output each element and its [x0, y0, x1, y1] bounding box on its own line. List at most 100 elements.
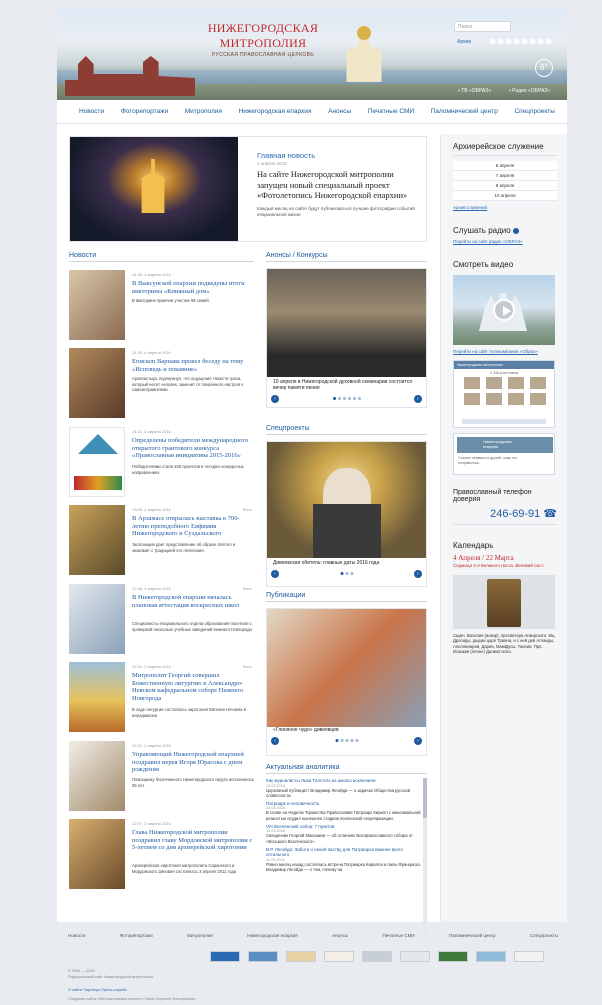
partner-banner[interactable]	[476, 951, 506, 962]
announces-image[interactable]	[267, 269, 426, 377]
news-thumb[interactable]	[69, 348, 125, 418]
announces-slider[interactable]: 10 апреля в Нижегородской духовной семин…	[266, 268, 427, 408]
nav-item-metropolia[interactable]: Митрополия	[185, 108, 222, 115]
news-thumb[interactable]	[69, 584, 125, 654]
vk-icon[interactable]	[490, 39, 495, 44]
tv-link[interactable]: ▪ ТВ «ОБРАЗ»	[458, 88, 491, 94]
partner-banner[interactable]	[210, 951, 240, 962]
partner-banner[interactable]	[286, 951, 316, 962]
nav-item-pilgrim[interactable]: Паломнический центр	[431, 108, 498, 115]
nav-item-eparchy[interactable]: Нижегородская епархия	[239, 108, 312, 115]
radio-link[interactable]: ▪ Радио «ОБРАЗ»	[509, 88, 550, 94]
partner-banner[interactable]	[248, 951, 278, 962]
slider-prev-arrow[interactable]: ‹	[271, 395, 279, 403]
footer-developer[interactable]: Создание сайта: Веб-мастерская проекта «…	[68, 997, 196, 1001]
news-thumb[interactable]	[69, 662, 125, 732]
nav-item-news[interactable]: Новости	[79, 108, 104, 115]
news-title[interactable]: Глава Нижегородской митрополии поздравил…	[132, 829, 254, 852]
slider-prev-arrow[interactable]: ‹	[271, 570, 279, 578]
vk-subscribe-button[interactable]	[462, 419, 546, 424]
news-title[interactable]: В Нижегородской епархии началась планова…	[132, 594, 254, 609]
video-player[interactable]	[453, 275, 555, 345]
archive-link[interactable]: Архив	[457, 39, 471, 45]
footer-nav-item[interactable]: Митрополия	[187, 933, 213, 938]
scrollbar-thumb[interactable]	[423, 778, 427, 818]
facebook-widget[interactable]: Нижегородская епархия Станьте первым из …	[453, 433, 555, 475]
news-thumb[interactable]	[69, 819, 125, 889]
publications-caption[interactable]: «Глиняное чудо» дивеевцев	[267, 727, 426, 733]
instagram-icon[interactable]	[538, 39, 543, 44]
radio-site-link[interactable]: Перейти на сайт радио «ОБРАЗ»	[453, 239, 557, 244]
analytics-heading[interactable]: Актуальная аналитика	[266, 764, 427, 774]
site-logo[interactable]: НИЖЕГОРОДСКАЯ МИТРОПОЛИЯ РУССКАЯ ПРАВОСЛ…	[201, 21, 325, 58]
analytics-item[interactable]: В.Р. Легойда: Забота о своей паству для …	[266, 847, 421, 872]
footer-nav-item[interactable]: Фоторепортажи	[120, 933, 153, 938]
service-archive-link[interactable]: Архив служений	[453, 205, 557, 210]
service-date[interactable]: 6 апреля	[453, 161, 557, 171]
lead-news-image[interactable]	[70, 137, 238, 241]
special-heading[interactable]: Спецпроекты	[266, 425, 427, 435]
analytics-item[interactable]: VIII Вселенский собор: 7 пунктов 15.03.2…	[266, 824, 421, 844]
radio-heading[interactable]: Слушать радио	[453, 226, 557, 235]
video-site-link[interactable]: Перейти на сайт телекомпании «Образ»	[453, 349, 557, 354]
partner-banner[interactable]	[514, 951, 544, 962]
nav-item-special[interactable]: Спецпроекты	[514, 108, 554, 115]
publications-image[interactable]	[267, 609, 426, 727]
footer-nav-item[interactable]: Печатные СМИ	[383, 933, 415, 938]
nav-item-announces[interactable]: Анонсы	[328, 108, 351, 115]
news-item[interactable]: 12:48, 4 апреля 2016 Фото В Нижегородско…	[69, 584, 254, 656]
news-thumb[interactable]	[69, 741, 125, 811]
service-date[interactable]: 9 апреля	[453, 181, 557, 191]
footer-nav-item[interactable]: Новости	[68, 933, 85, 938]
partner-banner[interactable]	[400, 951, 430, 962]
footer-nav-item[interactable]: Нижегородская епархия	[247, 933, 297, 938]
analytics-title[interactable]: В.Р. Легойда: Забота о своей паству для …	[266, 847, 421, 858]
partner-banner[interactable]	[324, 951, 354, 962]
news-heading[interactable]: Новости	[69, 252, 254, 262]
facebook-icon[interactable]	[498, 39, 503, 44]
partner-banner[interactable]	[438, 951, 468, 962]
footer-nav-item[interactable]: Паломнический центр	[449, 933, 495, 938]
publications-slider[interactable]: «Глиняное чудо» дивеевцев ‹ ›	[266, 608, 427, 756]
special-slider[interactable]: Дивеевская обитель: главные даты 2016 го…	[266, 441, 427, 587]
news-thumb[interactable]	[69, 427, 125, 497]
news-title[interactable]: В Выксунской епархии подведены итоги вик…	[132, 280, 254, 295]
slider-next-arrow[interactable]: ›	[414, 570, 422, 578]
service-date[interactable]: 7 апреля	[453, 171, 557, 181]
news-title[interactable]: Епископ Варнава провел беседу на тему «И…	[132, 358, 254, 373]
rss-icon[interactable]	[546, 39, 551, 44]
analytics-scrollbar[interactable]	[423, 778, 427, 940]
youtube-icon[interactable]	[522, 39, 527, 44]
news-title[interactable]: Управляющий Нижегородской епархией поздр…	[132, 751, 254, 774]
slider-next-arrow[interactable]: ›	[414, 737, 422, 745]
nav-item-print[interactable]: Печатные СМИ	[368, 108, 414, 115]
news-item[interactable]: 12:34, 3 апреля 2016 Фото Митрополит Гео…	[69, 662, 254, 734]
news-title[interactable]: Митрополит Георгий совершил Божественную…	[132, 672, 254, 702]
analytics-item[interactable]: Патриарх и человечность 22.03.2016 В сло…	[266, 801, 421, 821]
lead-news-title[interactable]: На сайте Нижегородской митрополии запуще…	[257, 169, 417, 201]
special-caption[interactable]: Дивеевская обитель: главные даты 2016 го…	[267, 560, 426, 566]
news-item[interactable]: 14:35, 4 апреля 2016 Епископ Варнава про…	[69, 348, 254, 420]
slider-prev-arrow[interactable]: ‹	[271, 737, 279, 745]
news-thumb[interactable]	[69, 505, 125, 575]
saint-icon-image[interactable]	[453, 574, 555, 629]
news-item[interactable]: 14:45, 4 апреля 2016 В Выксунской епархи…	[69, 270, 254, 342]
news-item[interactable]: 13:06, 4 апреля 2016 Фото В Арзамасе отк…	[69, 505, 254, 577]
twitter-icon[interactable]	[514, 39, 519, 44]
lead-news[interactable]: Главная новость 1 апреля 2016 На сайте Н…	[69, 136, 427, 242]
nav-item-photo[interactable]: Фоторепортажи	[121, 108, 168, 115]
search-input[interactable]: Поиск	[454, 21, 511, 32]
odnoklassniki-icon[interactable]	[530, 39, 535, 44]
vk-widget[interactable]: Нижегородская митрополия 2 346 участнико…	[453, 360, 555, 428]
news-item[interactable]: 12:47, 3 апреля 2016 Глава Нижегородской…	[69, 819, 254, 891]
news-thumb[interactable]	[69, 270, 125, 340]
footer-nav-item[interactable]: Спецпроекты	[530, 933, 558, 938]
play-icon[interactable]	[493, 299, 515, 321]
news-item[interactable]: 12:02, 3 апреля 2016 Управляющий Нижегор…	[69, 741, 254, 813]
footer-links[interactable]: О сайте Партнеры Пресс-служба	[68, 988, 127, 992]
slider-next-arrow[interactable]: ›	[414, 395, 422, 403]
publications-heading[interactable]: Публикации	[266, 592, 427, 602]
announces-caption[interactable]: 10 апреля в Нижегородской духовной семин…	[267, 379, 426, 391]
analytics-item[interactable]: Как журналисты Льва Толстого из школы ис…	[266, 778, 421, 798]
livejournal-icon[interactable]	[506, 39, 511, 44]
